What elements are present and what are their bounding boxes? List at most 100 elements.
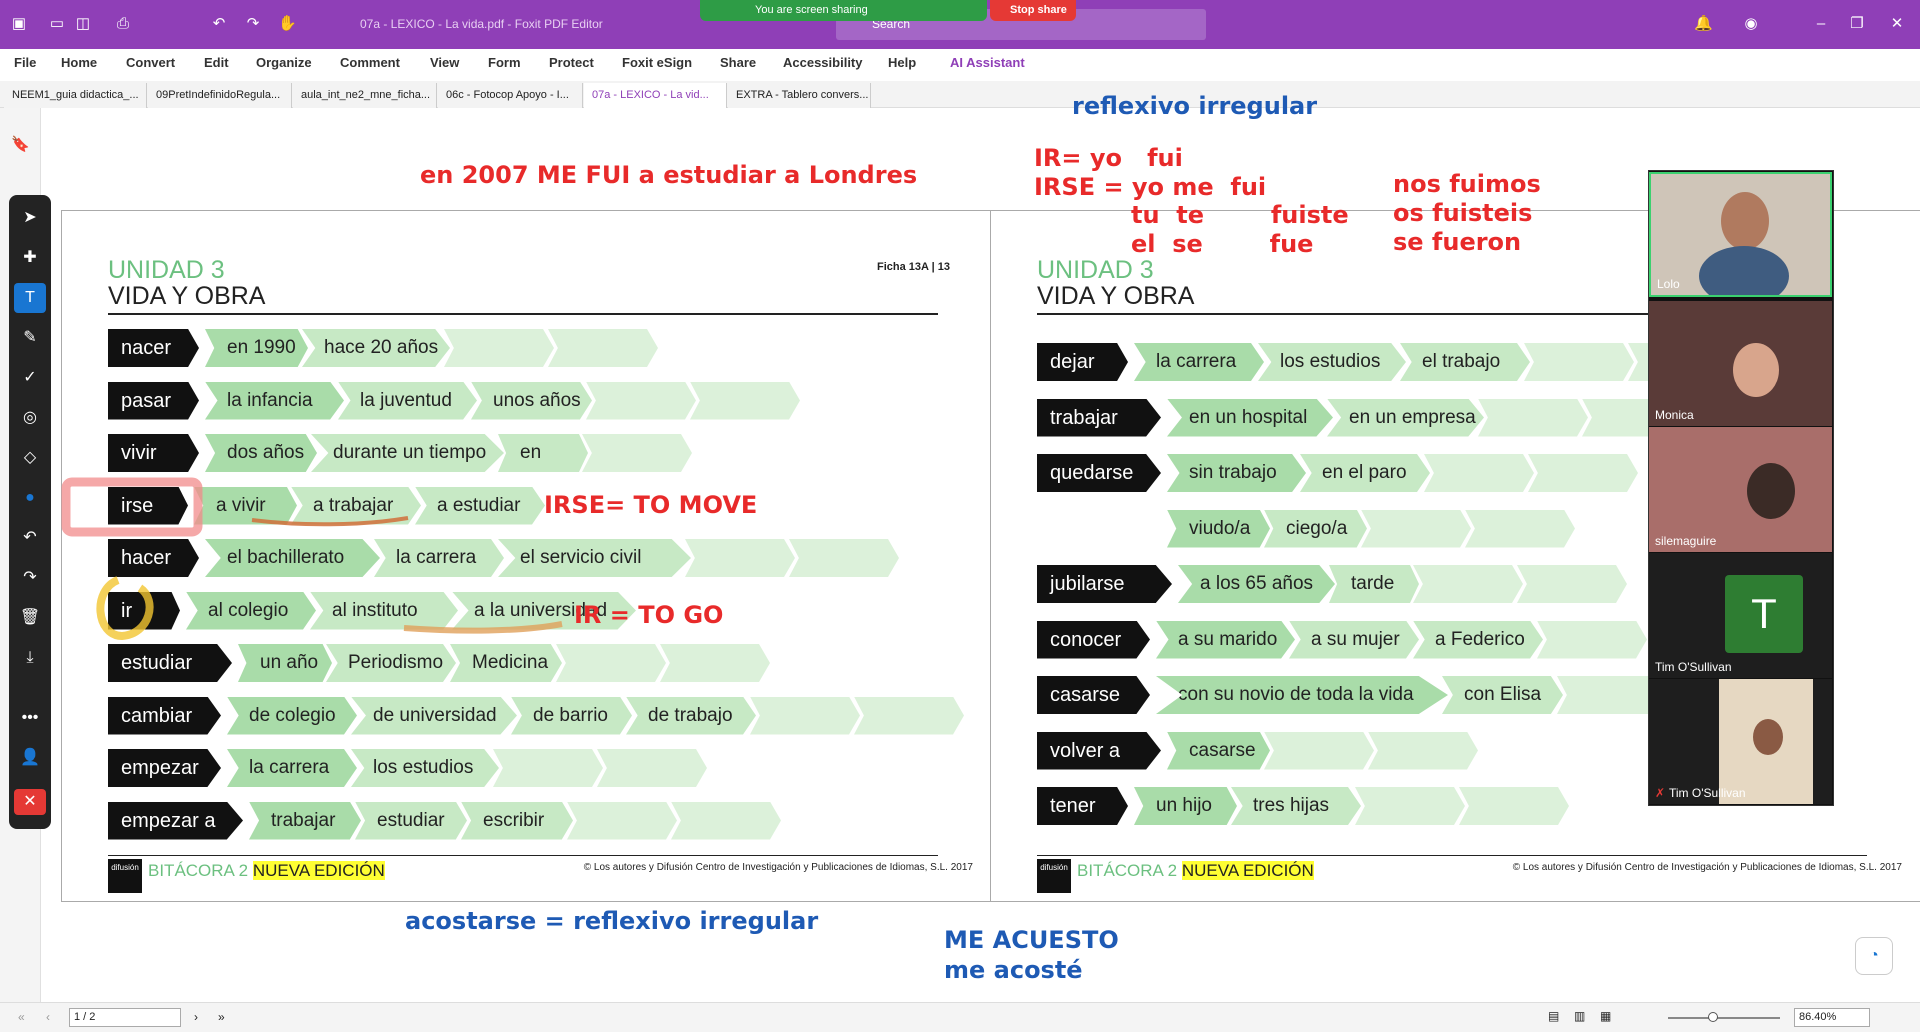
brand-label: BITÁCORA 2 NUEVA EDICIÓN	[148, 861, 385, 881]
close-icon[interactable]: ✕	[1888, 15, 1906, 33]
color-picker-icon[interactable]: ●	[14, 483, 46, 513]
hand-tool-icon[interactable]: ✋	[278, 15, 297, 33]
phrase-chip: el servicio civil	[498, 539, 691, 577]
redo-icon[interactable]: ↷	[14, 563, 46, 593]
verb-label: conocer	[1037, 620, 1150, 659]
doc-tab[interactable]: aula_int_ne2_mne_ficha...	[293, 83, 437, 108]
empty-chip	[548, 329, 658, 367]
participant-tile[interactable]: T Tim O'Sullivan	[1649, 553, 1832, 678]
doc-tab-active[interactable]: 07a - LEXICO - La vid...	[584, 83, 727, 108]
zoom-slider-thumb[interactable]	[1708, 1012, 1718, 1022]
phrase-chip: en el paro	[1300, 454, 1430, 492]
user-icon[interactable]: 👤	[14, 743, 46, 773]
menu-file[interactable]: File	[14, 55, 36, 70]
undo-icon[interactable]: ↶	[210, 15, 228, 33]
download-icon[interactable]: ⤓	[14, 643, 46, 673]
restore-icon[interactable]: ❐	[1848, 15, 1866, 33]
move-icon[interactable]: ✚	[14, 243, 46, 273]
participant-tile[interactable]: Monica	[1649, 301, 1832, 426]
minimize-icon[interactable]: –	[1812, 15, 1830, 33]
stamp-icon[interactable]: ◎	[14, 403, 46, 433]
phrase-chip: casarse	[1167, 731, 1270, 770]
select-arrow-icon[interactable]: ➤	[14, 203, 46, 233]
verb-label: estudiar	[108, 644, 232, 682]
verb-label: hacer	[108, 539, 199, 577]
prev-page-icon[interactable]: ‹	[46, 1010, 50, 1024]
eraser-icon[interactable]: ◇	[14, 443, 46, 473]
menu-convert[interactable]: Convert	[126, 55, 175, 70]
continuous-view-icon[interactable]: ▥	[1574, 1009, 1585, 1023]
bookmark-icon[interactable]: 🔖	[11, 136, 30, 154]
participant-tile[interactable]: Tim O'Sullivan ✗	[1649, 679, 1832, 804]
vocab-row: irse a vivir a trabajar a estudiar	[108, 486, 968, 525]
menu-ai-assistant[interactable]: AI Assistant	[950, 55, 1025, 70]
vocab-row: pasar la infancia la juventud unos años	[108, 381, 968, 420]
participant-tile[interactable]: silemaguire	[1649, 427, 1832, 552]
annotation-ir-yo: IR= yo fui	[1034, 144, 1183, 172]
open-folder-icon[interactable]: ▭	[48, 15, 66, 33]
page-view-icon[interactable]: ▤	[1548, 1009, 1559, 1023]
menu-help[interactable]: Help	[888, 55, 916, 70]
phrase-chip: el trabajo	[1400, 343, 1530, 381]
participant-name: Tim O'Sullivan	[1655, 660, 1732, 674]
empty-chip	[444, 329, 554, 367]
check-icon[interactable]: ✓	[14, 363, 46, 393]
trash-icon[interactable]: 🗑	[14, 603, 46, 633]
menu-bar: File Home Convert Edit Organize Comment …	[0, 49, 1920, 77]
phrase-chip: dos años	[205, 434, 317, 472]
menu-home[interactable]: Home	[61, 55, 97, 70]
brand-label: BITÁCORA 2 NUEVA EDICIÓN	[1077, 861, 1314, 881]
ai-assistant-button[interactable]: ◔	[1855, 937, 1893, 975]
phrase-chip: de barrio	[511, 696, 632, 735]
divider	[108, 855, 938, 856]
doc-tab[interactable]: 09PretIndefinidoRegula...	[148, 83, 292, 108]
verb-label: cambiar	[108, 696, 221, 735]
empty-chip	[1465, 509, 1575, 548]
divider	[108, 313, 938, 315]
unit-title: UNIDAD 3	[1037, 256, 1154, 284]
save-icon[interactable]: ◫	[74, 15, 92, 33]
facing-view-icon[interactable]: ▦	[1600, 1009, 1611, 1023]
pen-icon[interactable]: ✎	[14, 323, 46, 353]
zoom-slider[interactable]	[1668, 1017, 1780, 1019]
phrase-chip: a vivir	[194, 486, 297, 525]
menu-share[interactable]: Share	[720, 55, 756, 70]
participant-tile[interactable]: Lolo	[1649, 172, 1832, 297]
empty-chip	[556, 644, 666, 682]
menu-view[interactable]: View	[430, 55, 459, 70]
menu-form[interactable]: Form	[488, 55, 521, 70]
screen-share-status: You are screen sharing	[755, 4, 868, 16]
empty-chip	[690, 381, 800, 420]
publisher-logo: difusión	[108, 859, 142, 893]
verb-label: pasar	[108, 381, 199, 420]
stop-share-button[interactable]: Stop share	[990, 0, 1076, 21]
page-number-input[interactable]: 1 / 2	[69, 1008, 181, 1027]
redo-icon[interactable]: ↷	[244, 15, 262, 33]
bell-icon[interactable]: 🔔	[1694, 15, 1713, 33]
menu-accessibility[interactable]: Accessibility	[783, 55, 863, 70]
first-page-icon[interactable]: «	[18, 1010, 25, 1024]
text-tool-icon[interactable]: T	[14, 283, 46, 313]
account-icon[interactable]: ◉	[1742, 15, 1760, 33]
menu-edit[interactable]: Edit	[204, 55, 229, 70]
menu-protect[interactable]: Protect	[549, 55, 594, 70]
zoom-input[interactable]: 86.40%	[1794, 1008, 1870, 1027]
print-icon[interactable]: ⎙	[114, 15, 132, 33]
last-page-icon[interactable]: »	[218, 1010, 225, 1024]
menu-comment[interactable]: Comment	[340, 55, 400, 70]
doc-tab[interactable]: NEEM1_guia didactica_...	[4, 83, 147, 108]
close-annotation-icon[interactable]: ✕	[14, 789, 46, 815]
unit-subtitle: VIDA Y OBRA	[108, 282, 266, 310]
doc-tab[interactable]: EXTRA - Tablero convers...	[728, 83, 871, 108]
phrase-chip: unos años	[471, 381, 592, 420]
undo-icon[interactable]: ↶	[14, 523, 46, 553]
menu-foxit-esign[interactable]: Foxit eSign	[622, 55, 692, 70]
empty-chip	[582, 434, 692, 472]
phrase-chip: en 1990	[205, 329, 308, 367]
more-icon[interactable]: •••	[14, 703, 46, 733]
empty-chip	[1361, 509, 1471, 548]
next-page-icon[interactable]: ›	[194, 1010, 198, 1024]
menu-organize[interactable]: Organize	[256, 55, 312, 70]
doc-tab[interactable]: 06c - Fotocop Apoyo - I...	[438, 83, 583, 108]
divider	[1037, 855, 1867, 856]
